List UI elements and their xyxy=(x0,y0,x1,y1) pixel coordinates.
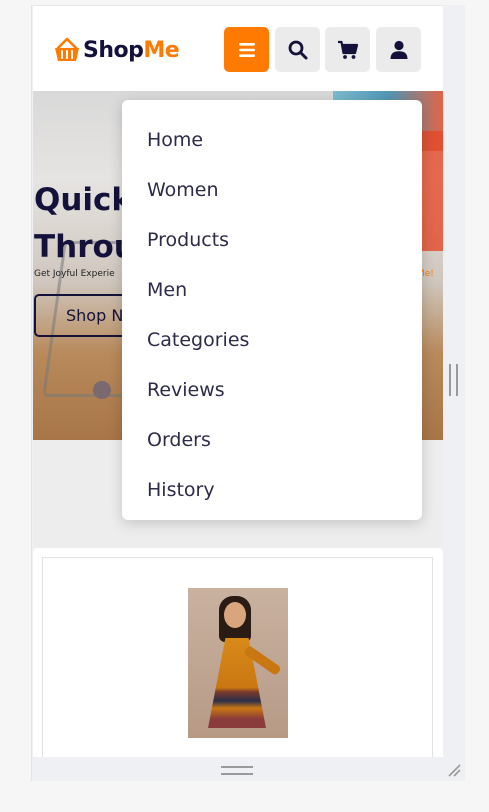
logo-text: ShopMe xyxy=(83,37,180,63)
menu-item-women[interactable]: Women xyxy=(147,175,219,205)
vertical-resize-handle[interactable] xyxy=(449,364,458,396)
menu-item-reviews[interactable]: Reviews xyxy=(147,375,225,405)
logo-text-part2: Me xyxy=(143,37,180,63)
product-section xyxy=(33,548,443,757)
menu-item-history[interactable]: History xyxy=(147,475,215,505)
browser-viewport: ShopMe Quick Throu Get Joyful Experie Me… xyxy=(31,5,465,781)
cart-wheel xyxy=(93,381,111,399)
site-header: ShopMe xyxy=(33,5,443,92)
corner-resize-icon[interactable] xyxy=(447,763,461,777)
hero-subtitle: Get Joyful Experie Me! xyxy=(34,269,434,279)
model-face xyxy=(224,602,246,628)
basket-icon xyxy=(55,37,79,61)
cart-icon xyxy=(337,40,358,59)
product-card[interactable] xyxy=(42,557,433,757)
menu-item-orders[interactable]: Orders xyxy=(147,425,211,455)
menu-item-men[interactable]: Men xyxy=(147,275,187,305)
nav-dropdown-menu: Home Women Products Men Categories Revie… xyxy=(122,100,422,520)
menu-button[interactable] xyxy=(224,27,269,72)
account-button[interactable] xyxy=(376,27,421,72)
menu-item-home[interactable]: Home xyxy=(147,125,203,155)
resize-bar xyxy=(33,757,465,781)
logo[interactable]: ShopMe xyxy=(53,34,180,66)
menu-item-products[interactable]: Products xyxy=(147,225,229,255)
search-icon xyxy=(288,40,307,59)
product-image[interactable] xyxy=(188,588,288,738)
search-button[interactable] xyxy=(275,27,320,72)
page: ShopMe Quick Throu Get Joyful Experie Me… xyxy=(33,5,443,757)
logo-text-part1: Shop xyxy=(83,37,144,63)
horizontal-resize-handle[interactable] xyxy=(221,766,253,775)
hamburger-icon xyxy=(238,42,255,57)
hero-subtitle-text: Get Joyful Experie xyxy=(34,269,115,279)
user-icon xyxy=(390,40,407,59)
menu-item-categories[interactable]: Categories xyxy=(147,325,249,355)
cart-button[interactable] xyxy=(325,27,370,72)
